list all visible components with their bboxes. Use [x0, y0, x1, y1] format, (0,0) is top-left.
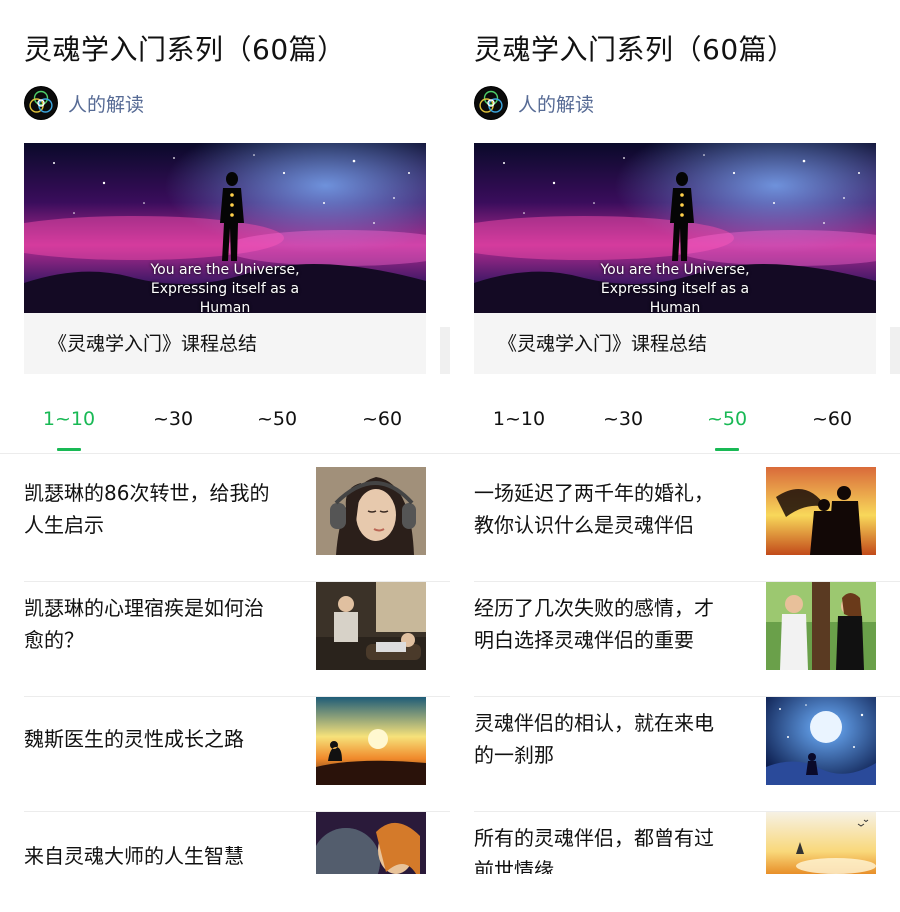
article-title: 凯瑟琳的心理宿疾是如何治 愈的？ — [24, 596, 264, 652]
tab-60[interactable]: ~60 — [327, 408, 437, 430]
article-title: 凯瑟琳的86次转世，给我的 人生启示 — [24, 481, 270, 537]
bottom-margin — [0, 874, 900, 912]
article-thumbnail — [316, 697, 426, 785]
divider — [450, 453, 900, 454]
tab-30[interactable]: ~30 — [568, 408, 678, 430]
article-title: 灵魂伴侣的相认，就在来电 的一刹那 — [474, 711, 714, 767]
list-item[interactable]: 灵魂伴侣的相认，就在来电 的一刹那 — [474, 697, 900, 812]
article-title: 经历了几次失败的感情，才 明白选择灵魂伴侣的重要 — [474, 596, 714, 652]
author-row[interactable]: 人的解读 — [24, 86, 144, 120]
tab-1-10[interactable]: 1~10 — [14, 408, 124, 430]
tab-30[interactable]: ~30 — [118, 408, 228, 430]
screenshot-composite: 灵魂学入门系列（60篇） 人的解读 You are the Universe, … — [0, 0, 900, 912]
list-item[interactable]: 魏斯医生的灵性成长之路 — [24, 697, 450, 812]
cover-caption: You are the Universe, Expressing itself … — [600, 262, 750, 313]
featured-card[interactable]: You are the Universe, Expressing itself … — [474, 143, 876, 374]
tab-1-10[interactable]: 1~10 — [464, 408, 574, 430]
article-title: 来自灵魂大师的人生智慧 — [24, 844, 244, 868]
article-title: 一场延迟了两千年的婚礼， 教你认识什么是灵魂伴侣 — [474, 481, 714, 537]
article-thumbnail — [316, 812, 426, 874]
tab-50[interactable]: ~50 — [672, 408, 782, 430]
collection-panel-left: 灵魂学入门系列（60篇） 人的解读 You are the Universe, … — [0, 0, 450, 874]
tab-50[interactable]: ~50 — [222, 408, 332, 430]
featured-card-title[interactable]: 《灵魂学入门》课程总结 — [24, 329, 426, 356]
author-row[interactable]: 人的解读 — [474, 86, 594, 120]
range-tabs: 1~10 ~30 ~50 ~60 — [450, 398, 900, 454]
list-item[interactable]: 所有的灵魂伴侣，都曾有过 前世情缘 — [474, 812, 900, 874]
next-card-peek — [890, 327, 900, 374]
cover-image: You are the Universe, Expressing itself … — [474, 143, 876, 313]
article-title: 所有的灵魂伴侣，都曾有过 前世情缘 — [474, 826, 714, 874]
list-item[interactable]: 凯瑟琳的86次转世，给我的 人生启示 — [24, 467, 450, 582]
collection-title: 灵魂学入门系列（60篇） — [474, 33, 796, 66]
article-thumbnail — [316, 467, 426, 555]
next-card-peek — [440, 327, 450, 374]
cover-caption: You are the Universe, Expressing itself … — [150, 262, 300, 313]
author-name-link[interactable]: 人的解读 — [68, 90, 144, 117]
collection-title: 灵魂学入门系列（60篇） — [24, 33, 346, 66]
tab-60[interactable]: ~60 — [777, 408, 887, 430]
avatar[interactable] — [24, 86, 58, 120]
featured-card[interactable]: You are the Universe, Expressing itself … — [24, 143, 426, 374]
divider — [0, 453, 450, 454]
author-name-link[interactable]: 人的解读 — [518, 90, 594, 117]
collection-panel-right: 灵魂学入门系列（60篇） 人的解读 You are the Universe, … — [450, 0, 900, 874]
article-title: 魏斯医生的灵性成长之路 — [24, 727, 244, 751]
cover-image: You are the Universe, Expressing itself … — [24, 143, 426, 313]
range-tabs: 1~10 ~30 ~50 ~60 — [0, 398, 450, 454]
flower-of-life-icon — [25, 87, 57, 119]
article-thumbnail — [766, 697, 876, 785]
flower-of-life-icon — [475, 87, 507, 119]
article-thumbnail — [766, 812, 876, 874]
article-thumbnail — [316, 582, 426, 670]
avatar[interactable] — [474, 86, 508, 120]
list-item[interactable]: 经历了几次失败的感情，才 明白选择灵魂伴侣的重要 — [474, 582, 900, 697]
article-thumbnail — [766, 582, 876, 670]
active-tab-indicator — [715, 448, 739, 451]
featured-card-title[interactable]: 《灵魂学入门》课程总结 — [474, 329, 876, 356]
list-item[interactable]: 一场延迟了两千年的婚礼， 教你认识什么是灵魂伴侣 — [474, 467, 900, 582]
article-thumbnail — [766, 467, 876, 555]
list-item[interactable]: 来自灵魂大师的人生智慧 — [24, 812, 450, 874]
list-item[interactable]: 凯瑟琳的心理宿疾是如何治 愈的？ — [24, 582, 450, 697]
active-tab-indicator — [57, 448, 81, 451]
